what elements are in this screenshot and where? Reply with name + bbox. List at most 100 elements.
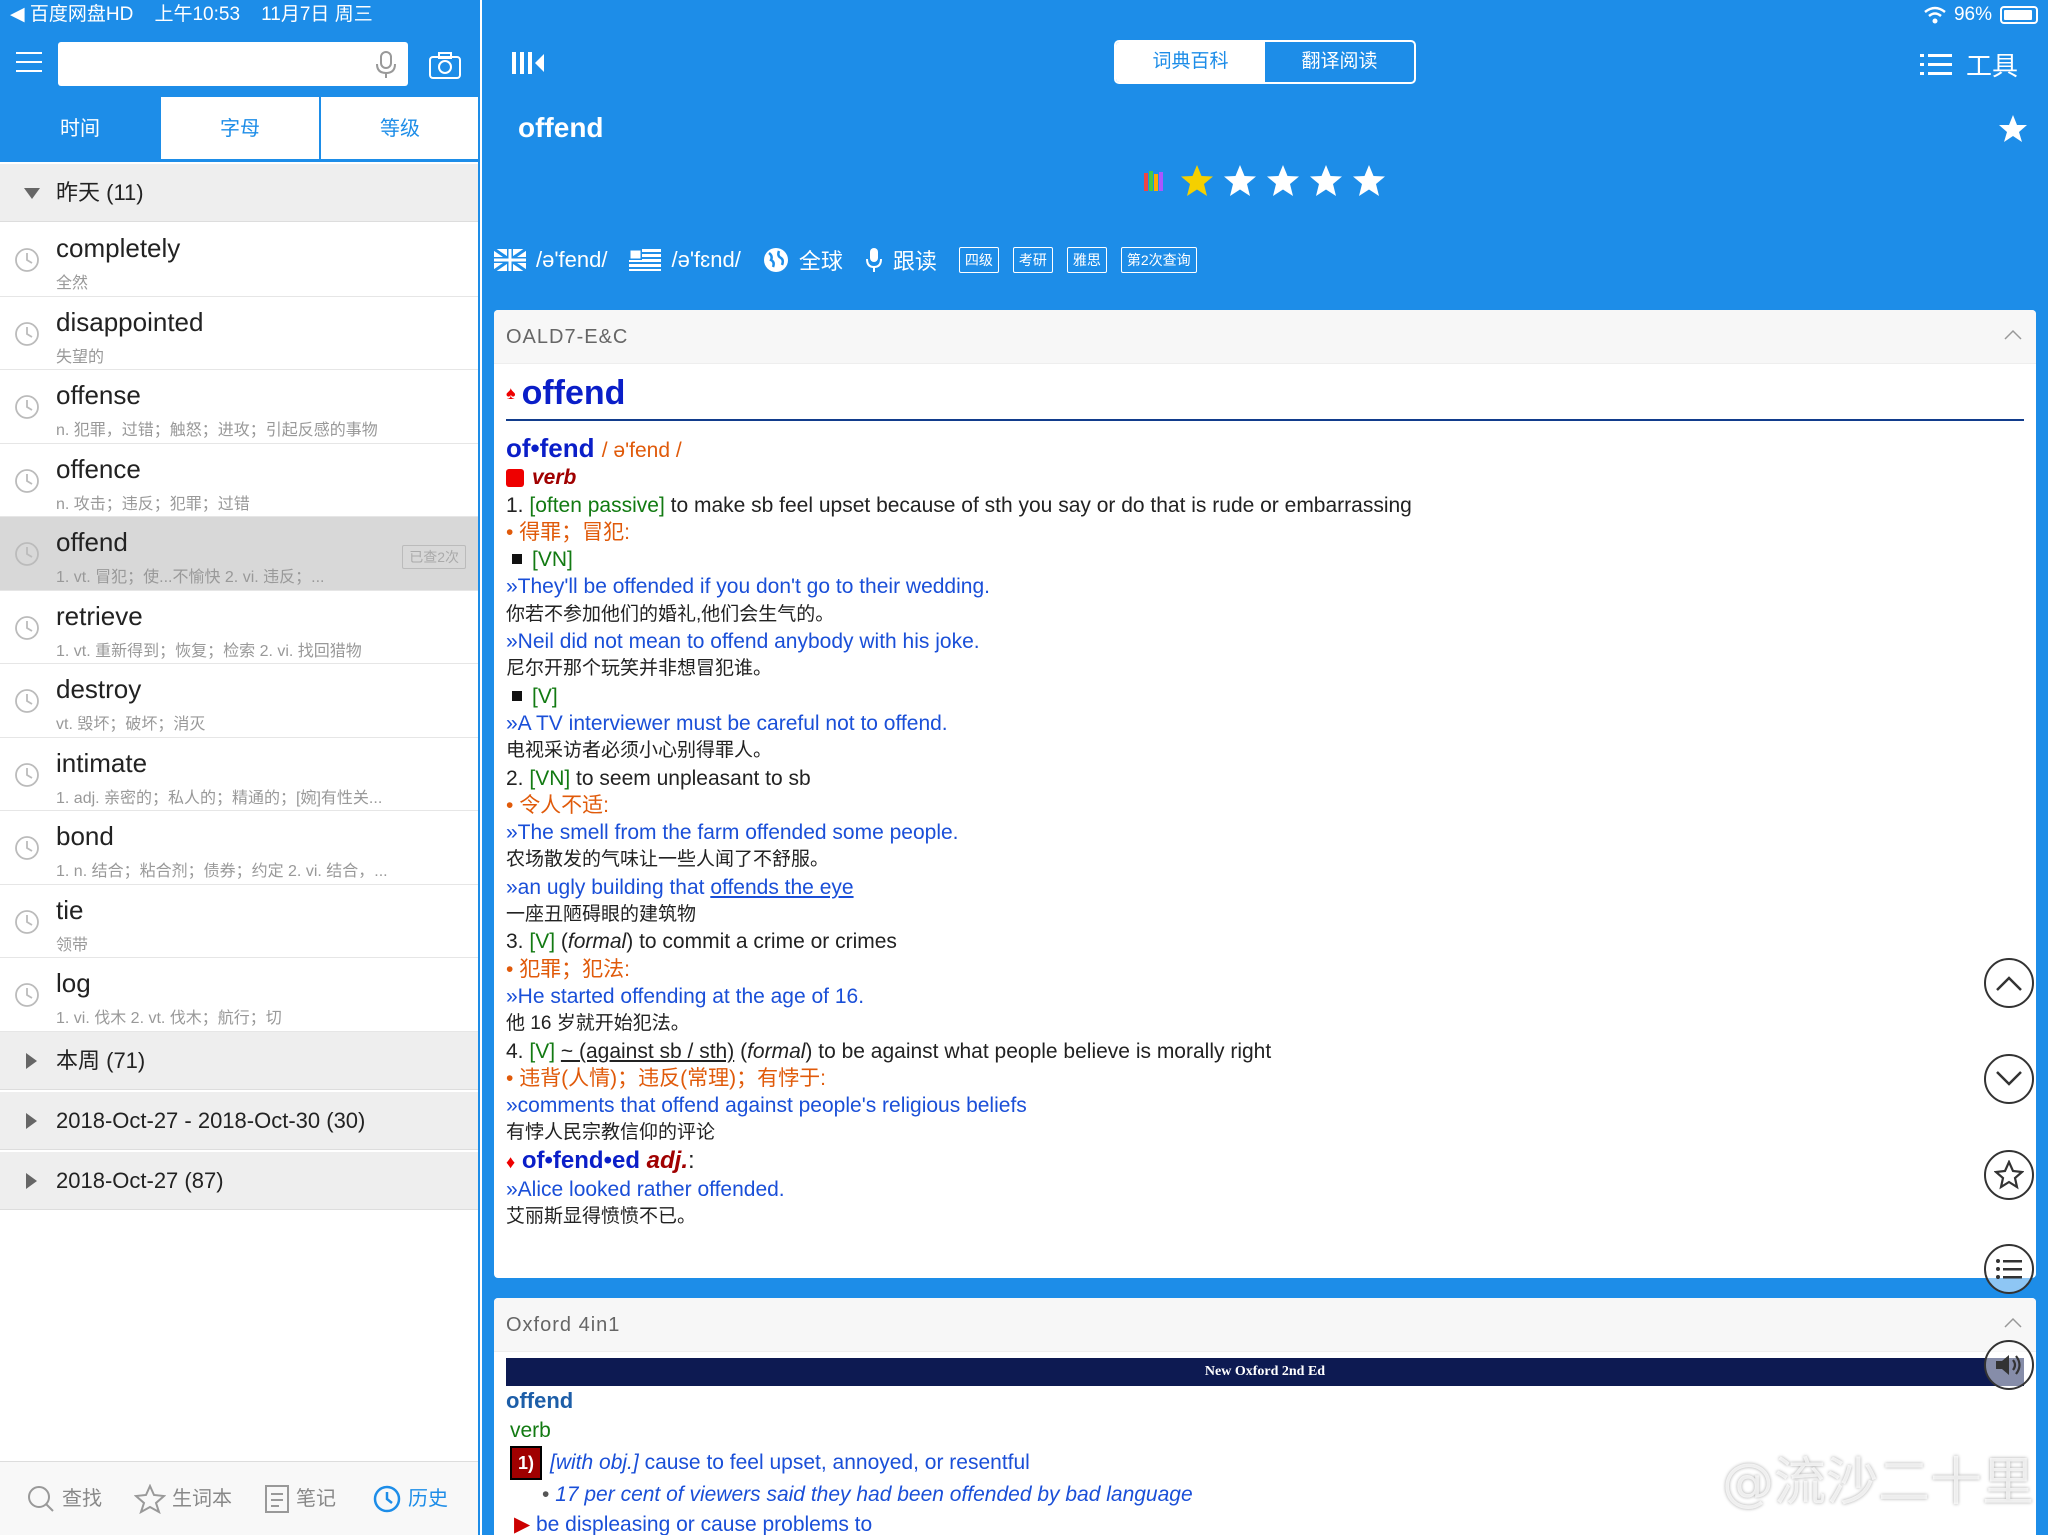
status-date: 11月7日 周三 [261,4,373,25]
tag-cet4[interactable]: 四级 [958,247,999,273]
back-to-app[interactable]: ◀ 百度网盘HD [10,4,133,25]
list-item[interactable]: destroy vt. 毁坏；破坏；消灭 [0,664,478,738]
follow-read[interactable]: 跟读 [865,244,937,276]
history-word: intimate [56,747,148,778]
global-label: 全球 [798,249,843,274]
global-pronunciation[interactable]: 全球 [763,244,843,276]
sort-tabs: 时间 字母 等级 [0,96,478,162]
tab-sort-alpha[interactable]: 字母 [160,96,320,160]
list-item[interactable]: retrieve 1. vt. 重新得到；恢复；检索 2. vi. 找回猎物 [0,590,478,664]
tab-notes[interactable]: 笔记 [264,1482,336,1516]
oxford-card-header[interactable]: Oxford 4in1 [494,1298,2036,1352]
group-this-week[interactable]: 本周 (71) [0,1032,478,1090]
chevron-down-icon [1996,1071,2022,1086]
list-item[interactable]: offence n. 攻击；违反；犯罪；过错 [0,443,478,517]
scroll-up-button[interactable] [1984,958,2034,1008]
sense-1-zh: • 得罪；冒犯: [506,520,631,544]
tag-kaoyan[interactable]: 考研 [1012,247,1053,273]
dictionary-source: Oxford 4in1 [506,1314,621,1336]
speaker-icon [1996,1355,2021,1375]
tab-label: 笔记 [296,1488,336,1510]
uk-phonetic: /ə'fend/ [536,247,608,272]
history-word: offence [56,453,141,484]
history-word: offense [56,380,141,410]
collapse-arrow-icon [26,1173,37,1189]
battery-level: 96% [1953,4,1992,25]
chevron-up-icon [1996,976,2022,991]
group-oct27[interactable]: 2018-Oct-27 (87) [0,1152,478,1210]
history-word: tie [56,894,84,925]
list-item[interactable]: offend 1. vt. 冒犯；使...不愉快 2. vi. 违反；... 已查2… [0,517,478,591]
group-label: 昨天 (11) [56,180,144,205]
us-pronunciation[interactable]: /ə'fɛnd/ [629,247,741,273]
oald-headword: ♠ offend [506,374,2024,421]
list-item[interactable]: bond 1. n. 结合；粘合剂；债券；约定 2. vi. 结合，... [0,811,478,885]
edition-bar: New Oxford 2nd Ed [506,1358,2024,1386]
scroll-down-button[interactable] [1984,1054,2034,1104]
segment-translate[interactable]: 翻译阅读 [1265,42,1414,82]
tools-button[interactable]: 工具 [1919,46,2018,83]
idiom-link[interactable]: offends the eye [710,876,853,899]
list-item[interactable]: intimate 1. adj. 亲密的；私人的；精通的；[婉]有性关... [0,737,478,811]
search-input[interactable] [58,42,408,86]
microphone-icon [865,248,882,272]
example: »He started offending at the age of 16. [506,984,865,1008]
list-icon [1919,53,1952,75]
uk-pronunciation[interactable]: /ə'fend/ [494,247,607,273]
example: »Neil did not mean to offend anybody wit… [506,630,980,654]
tab-history[interactable]: 历史 [372,1482,448,1516]
clock-icon [15,983,39,1007]
tab-sort-level[interactable]: 等级 [320,96,478,160]
status-bar-left: ◀ 百度网盘HD 上午10:53 11月7日 周三 [0,0,478,30]
history-definition: 失望的 [56,348,105,366]
list-item[interactable]: completely 全然 [0,223,478,297]
history-definition: 领带 [56,936,89,954]
headword-title: offend [518,112,604,143]
example-zh: 农场散发的气味让一些人闻了不舒服。 [506,849,830,871]
chevron-up-icon[interactable] [2004,328,2022,340]
tag-ielts[interactable]: 雅思 [1066,247,1107,273]
search-toolbar [0,30,478,96]
list-item[interactable]: disappointed 失望的 [0,296,478,370]
library-collapse-icon[interactable] [510,50,546,76]
list-item[interactable]: log 1. vi. 伐木 2. vt. 伐木；航行；切 [0,958,478,1032]
contents-button[interactable] [1984,1244,2034,1294]
rating-star-icon [1224,165,1256,196]
frequency-rating [1142,164,1395,198]
battery-icon [2000,6,2038,24]
menu-icon[interactable] [16,52,42,72]
add-favorite-button[interactable] [1984,1150,2034,1200]
group-label: 本周 (71) [56,1048,146,1073]
tag-lookup-count[interactable]: 第2次查询 [1120,247,1197,273]
clock-icon [15,909,39,934]
pronunciation-bar: /ə'fend/ /ə'fɛnd/ 全球 跟读 四级 考研 雅思 第2次查询 [494,244,1211,276]
microphone-icon[interactable] [374,50,398,80]
speak-button[interactable] [1984,1340,2034,1390]
tab-sort-time[interactable]: 时间 [0,96,160,160]
oxford-headword: offend [506,1388,574,1413]
history-definition: 1. adj. 亲密的；私人的；精通的；[婉]有性关... [56,789,383,807]
rating-star-icon [1353,165,1385,196]
chevron-up-icon[interactable] [2004,1316,2022,1328]
sense-2-zh: • 令人不适: [506,793,610,817]
list-item[interactable]: tie 领带 [0,884,478,958]
history-definition: n. 攻击；违反；犯罪；过错 [56,495,250,513]
favorite-star-icon[interactable] [1998,114,2028,144]
lookup-count-badge: 已查2次 [402,545,466,569]
example: »They'll be offended if you don't go to … [506,575,990,599]
clock-icon [15,395,39,419]
example-zh: 艾丽斯显得愤愤不已。 [506,1206,697,1228]
list-item[interactable]: offense n. 犯罪，过错；触怒；进攻；引起反感的事物 [0,370,478,444]
tab-search[interactable]: 查找 [26,1482,102,1516]
group-oct27-oct30[interactable]: 2018-Oct-27 - 2018-Oct-30 (30) [0,1092,478,1150]
oald-card-header[interactable]: OALD7-E&C [494,310,2036,364]
segment-dictionary[interactable]: 词典百科 [1116,42,1265,82]
us-phonetic: /ə'fɛnd/ [671,247,741,272]
example: »A TV interviewer must be careful not to… [506,711,948,735]
camera-icon[interactable] [428,50,462,80]
group-yesterday[interactable]: 昨天 (11) [0,164,478,222]
clock-icon [15,248,39,272]
tab-wordbook[interactable]: 生词本 [134,1482,232,1516]
status-bar-right: 96% [1924,0,2038,30]
dictionary-source: OALD7-E&C [506,326,629,348]
